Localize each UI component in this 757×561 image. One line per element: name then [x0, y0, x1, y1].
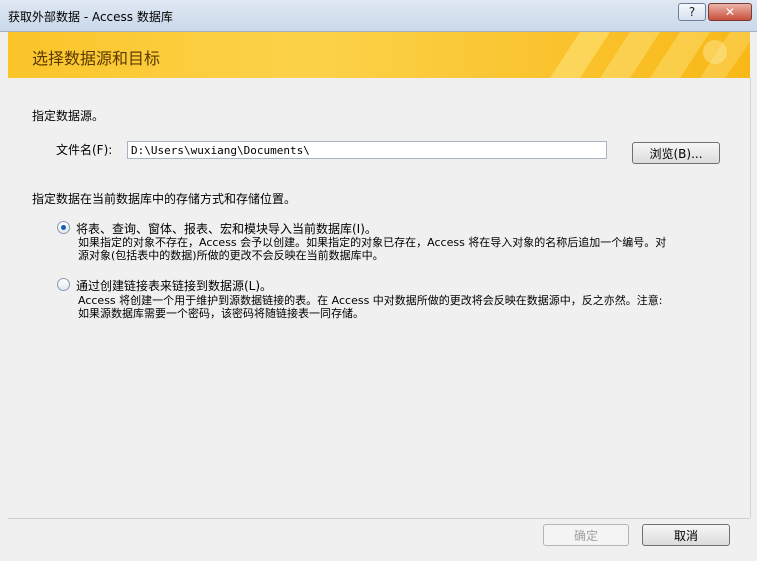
close-button[interactable]: ✕: [708, 3, 752, 21]
wizard-header: 选择数据源和目标: [8, 32, 750, 78]
dialog-footer: 确定 取消: [8, 518, 750, 561]
browse-label: 浏览(B)...: [649, 146, 703, 161]
filename-input[interactable]: [127, 141, 607, 159]
import-radio[interactable]: [57, 221, 70, 234]
window-title: 获取外部数据 - Access 数据库: [8, 10, 173, 24]
page-title: 选择数据源和目标: [32, 49, 161, 68]
link-option-description-2: 如果源数据库需要一个密码，该密码将随链接表一同存储。: [78, 307, 364, 320]
import-option-description-2: 源对象(包括表中的数据)所做的更改不会反映在当前数据库中。: [78, 249, 384, 262]
link-radio[interactable]: [57, 278, 70, 291]
filename-label: 文件名(F):: [56, 143, 113, 157]
cancel-button[interactable]: 取消: [642, 524, 730, 546]
source-heading: 指定数据源。: [32, 109, 105, 123]
import-option-description-1: 如果指定的对象不存在，Access 会予以创建。如果指定的对象已存在，Acces…: [78, 236, 667, 249]
help-icon: ?: [688, 5, 696, 19]
close-icon: ✕: [724, 5, 736, 19]
link-option-label[interactable]: 通过创建链接表来链接到数据源(L)。: [76, 277, 272, 294]
import-dialog: 获取外部数据 - Access 数据库 ? ✕ 选择数据源和目标 指定数据源。 …: [0, 0, 757, 561]
wizard-content: 指定数据源。 文件名(F): 浏览(B)... 指定数据在当前数据库中的存储方式…: [8, 78, 751, 518]
link-option-description-1: Access 将创建一个用于维护到源数据链接的表。在 Access 中对数据所做…: [78, 294, 663, 307]
storage-heading: 指定数据在当前数据库中的存储方式和存储位置。: [32, 192, 297, 206]
import-option-label[interactable]: 将表、查询、窗体、报表、宏和模块导入当前数据库(I)。: [76, 220, 377, 237]
help-button[interactable]: ?: [678, 3, 706, 21]
ok-button[interactable]: 确定: [543, 524, 629, 546]
cancel-label: 取消: [673, 528, 698, 543]
ok-label: 确定: [573, 528, 598, 543]
browse-button[interactable]: 浏览(B)...: [632, 142, 720, 164]
title-bar[interactable]: 获取外部数据 - Access 数据库 ? ✕: [0, 0, 757, 32]
header-decoration-icon: [550, 32, 750, 78]
